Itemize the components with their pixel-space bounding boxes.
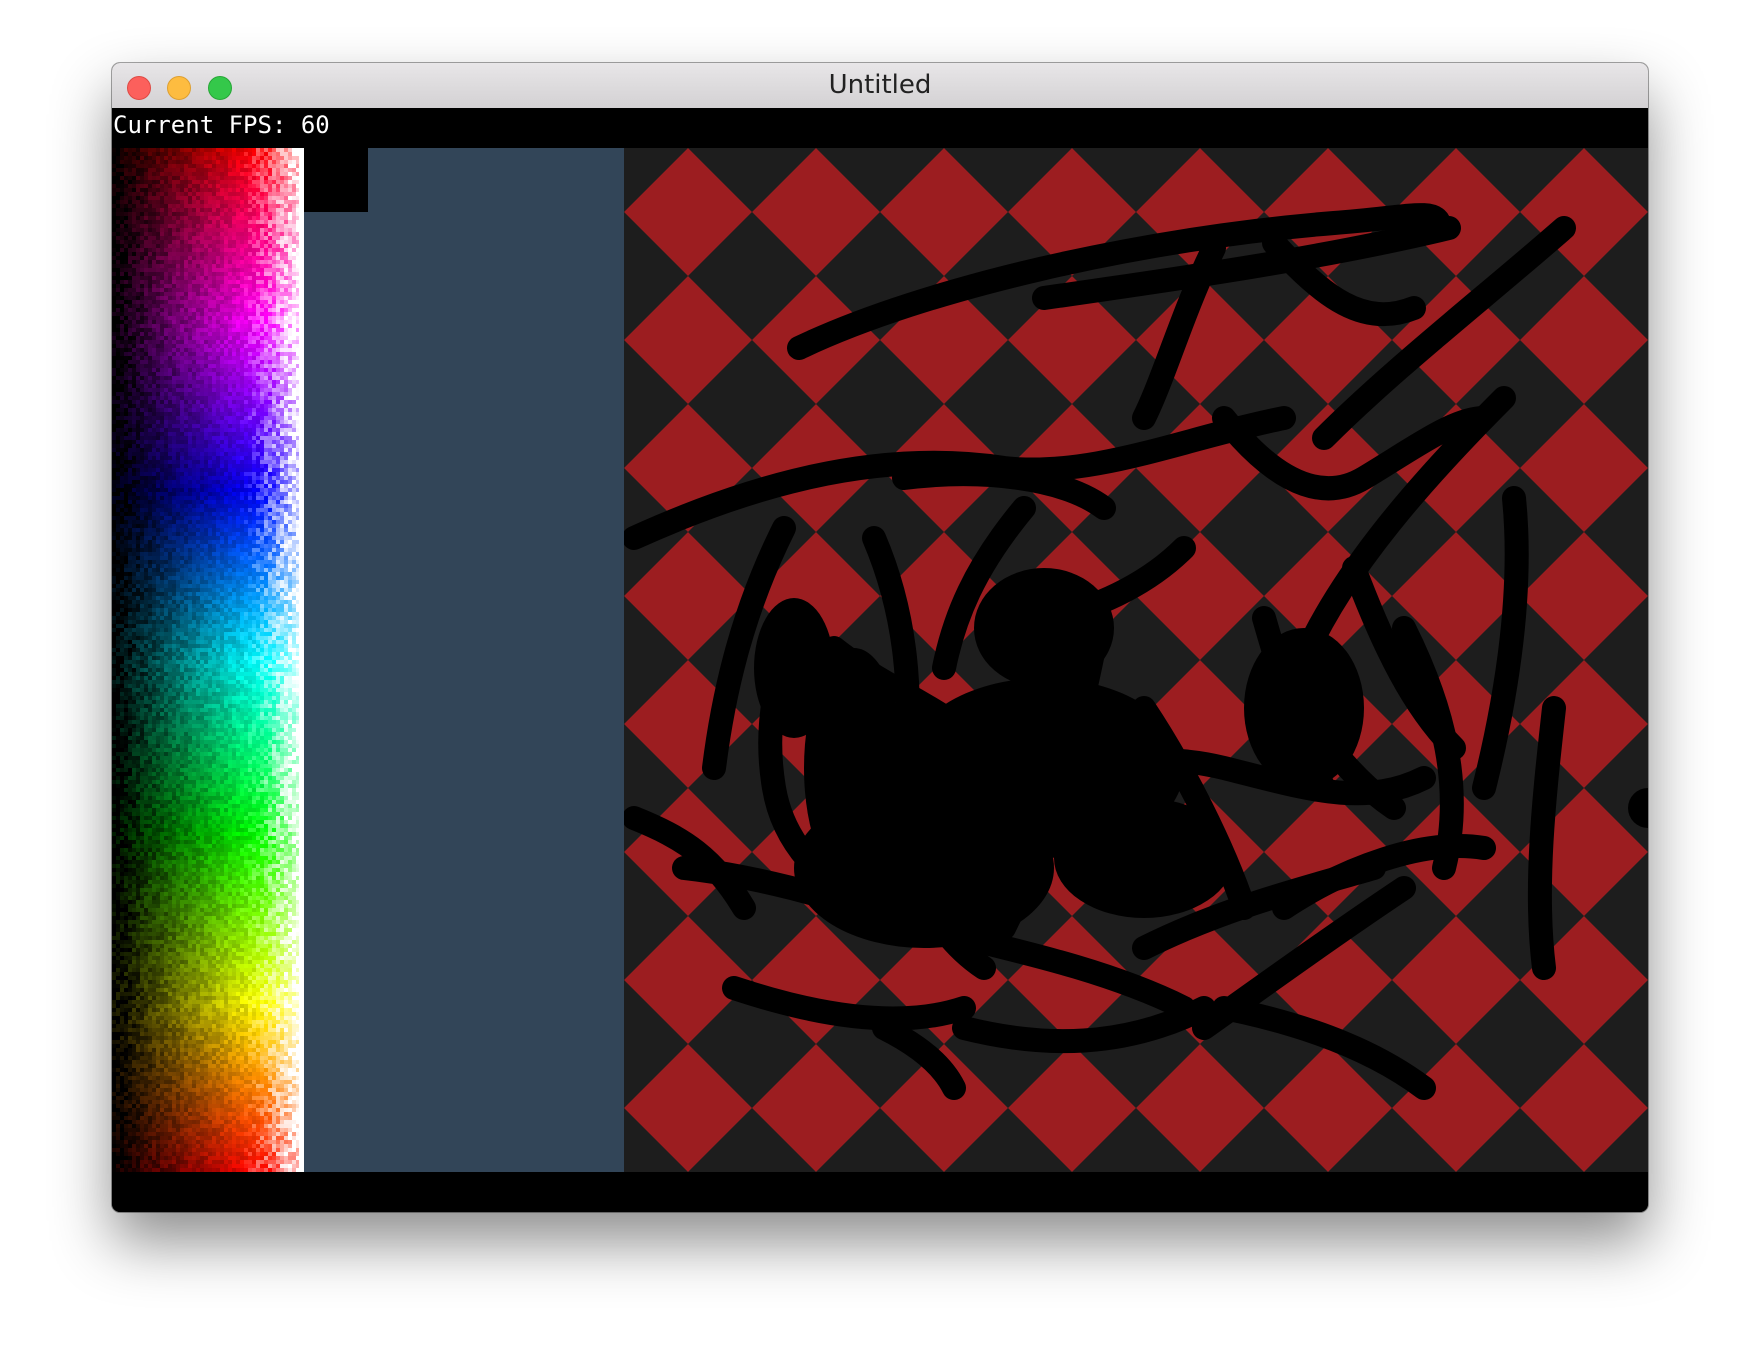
selected-color-swatch[interactable]: [304, 148, 368, 212]
drawing-canvas[interactable]: [624, 148, 1648, 1172]
fps-counter: Current FPS: 60: [113, 111, 330, 139]
tool-panel: [304, 148, 625, 1172]
app-content: Current FPS: 60: [112, 108, 1648, 1212]
color-palette[interactable]: [112, 148, 304, 1172]
app-window: Untitled Current FPS: 60: [112, 63, 1648, 1212]
window-title: Untitled: [828, 70, 932, 100]
title-bar[interactable]: Untitled: [112, 63, 1648, 109]
